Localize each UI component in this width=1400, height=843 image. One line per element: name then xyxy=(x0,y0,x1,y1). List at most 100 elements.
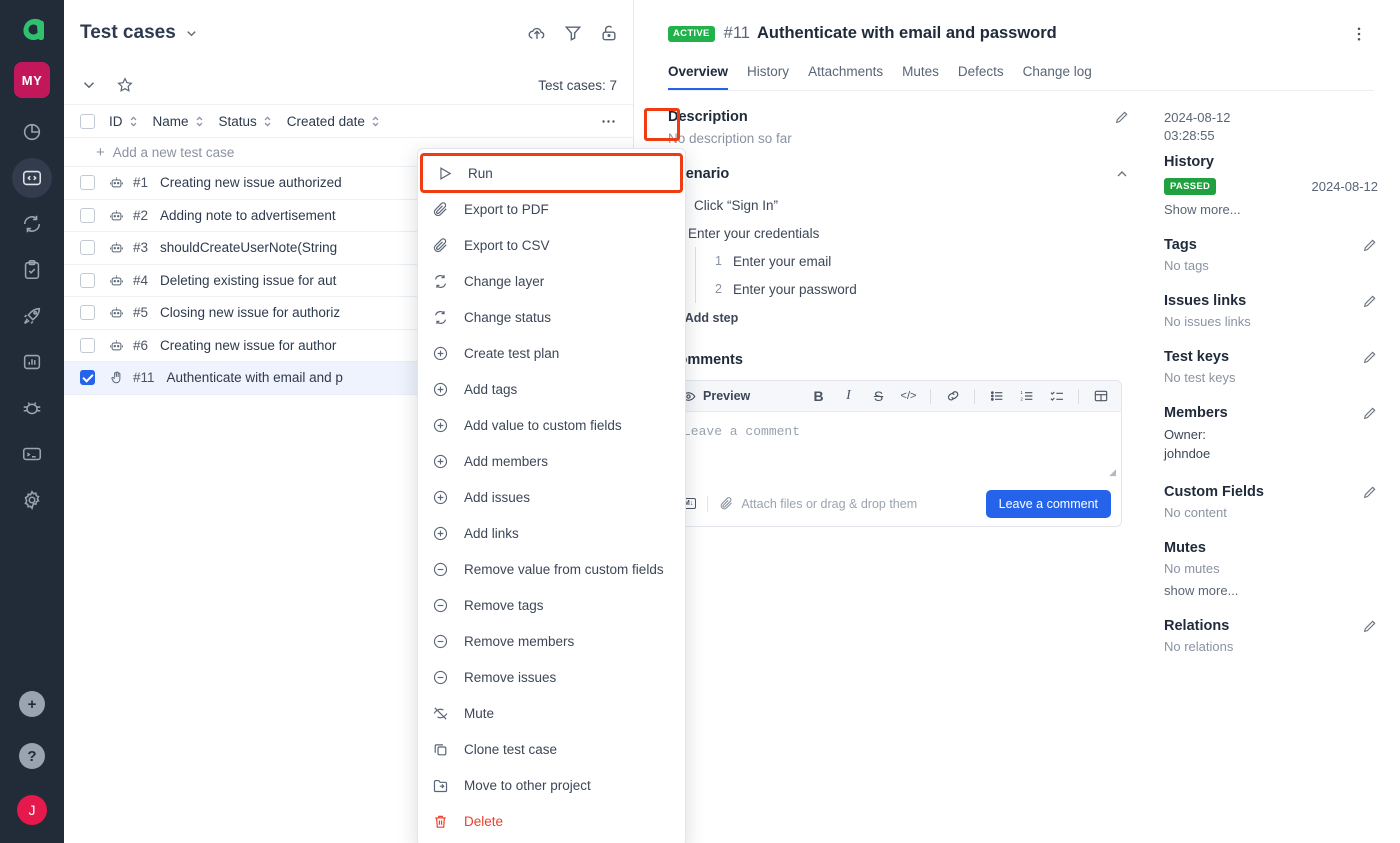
code-button[interactable]: </> xyxy=(900,388,917,405)
collapse-chevron-icon[interactable] xyxy=(80,76,98,94)
row-checkbox[interactable] xyxy=(80,337,95,353)
scenario-step[interactable]: 2Enter your credentials xyxy=(650,219,1152,247)
allure-logo[interactable] xyxy=(14,14,50,50)
detail-kebab-button[interactable] xyxy=(1350,25,1374,43)
favorite-star-icon[interactable] xyxy=(116,76,134,94)
menu-item-change-status[interactable]: Change status xyxy=(418,299,685,335)
menu-item-move-to-other-project[interactable]: Move to other project xyxy=(418,767,685,803)
defects-bug-icon[interactable] xyxy=(12,388,52,428)
left-nav-rail: MY + ? J xyxy=(0,0,64,843)
edit-tags-pencil-icon[interactable] xyxy=(1362,237,1378,253)
numbered-list-icon[interactable]: 12 xyxy=(1018,388,1035,405)
help-button[interactable]: ? xyxy=(19,743,45,769)
test-cases-code-icon[interactable] xyxy=(12,158,52,198)
row-checkbox[interactable] xyxy=(80,175,95,191)
row-name: Authenticate with email and p xyxy=(166,370,343,386)
tab-mutes[interactable]: Mutes xyxy=(902,64,939,90)
menu-item-remove-tags[interactable]: Remove tags xyxy=(418,587,685,623)
terminal-icon[interactable] xyxy=(12,434,52,474)
menu-item-delete[interactable]: Delete xyxy=(418,803,685,839)
trash-icon xyxy=(432,813,449,830)
menu-item-run[interactable]: Run xyxy=(420,153,683,193)
collapse-scenario-chevron-icon[interactable] xyxy=(1114,166,1130,182)
tab-attachments[interactable]: Attachments xyxy=(808,64,883,90)
test-runs-refresh-icon[interactable] xyxy=(12,204,52,244)
menu-item-label: Mute xyxy=(464,705,495,721)
menu-item-create-test-plan[interactable]: Create test plan xyxy=(418,335,685,371)
row-checkbox[interactable] xyxy=(80,240,95,256)
menu-item-change-layer[interactable]: Change layer xyxy=(418,263,685,299)
table-icon[interactable] xyxy=(1092,388,1109,405)
project-badge[interactable]: MY xyxy=(14,62,50,98)
comment-input[interactable]: Leave a comment ◢ xyxy=(669,412,1121,481)
menu-item-add-issues[interactable]: Add issues xyxy=(418,479,685,515)
chevron-down-icon[interactable] xyxy=(184,26,199,41)
row-checkbox[interactable] xyxy=(80,370,95,386)
edit-description-pencil-icon[interactable] xyxy=(1114,109,1130,125)
select-all-checkbox[interactable] xyxy=(80,113,95,129)
add-step-button[interactable]: + Add step xyxy=(668,309,1152,326)
scenario-substep[interactable]: 2 Enter your password xyxy=(708,275,1152,303)
edit-members-pencil-icon[interactable] xyxy=(1362,405,1378,421)
sort-icon[interactable] xyxy=(194,115,205,128)
dashboard-pie-icon[interactable] xyxy=(12,112,52,152)
history-row[interactable]: PASSED 2024-08-12 xyxy=(1164,178,1378,196)
menu-item-add-members[interactable]: Add members xyxy=(418,443,685,479)
tab-history[interactable]: History xyxy=(747,64,789,90)
sort-icon[interactable] xyxy=(128,115,139,128)
strikethrough-button[interactable]: S xyxy=(870,388,887,405)
scenario-step[interactable]: 1Click “Sign In” xyxy=(668,191,1152,219)
launches-rocket-icon[interactable] xyxy=(12,296,52,336)
menu-item-add-value-to-custom-fields[interactable]: Add value to custom fields xyxy=(418,407,685,443)
row-checkbox[interactable] xyxy=(80,207,95,223)
attach-files-button[interactable]: Attach files or drag & drop them xyxy=(719,496,917,511)
preview-toggle-button[interactable]: Preview xyxy=(681,389,750,404)
italic-button[interactable]: I xyxy=(840,388,857,405)
column-header-id[interactable]: ID xyxy=(109,114,139,129)
row-checkbox[interactable] xyxy=(80,305,95,321)
column-header-name[interactable]: Name xyxy=(153,114,205,129)
filter-icon[interactable] xyxy=(563,23,583,43)
tags-heading: Tags xyxy=(1164,237,1197,254)
custom-fields-heading: Custom Fields xyxy=(1164,483,1264,500)
list-toolbar xyxy=(527,23,619,43)
menu-item-export-to-pdf[interactable]: Export to PDF xyxy=(418,191,685,227)
menu-item-add-links[interactable]: Add links xyxy=(418,515,685,551)
edit-issues-links-pencil-icon[interactable] xyxy=(1362,293,1378,309)
bold-button[interactable]: B xyxy=(810,388,827,405)
column-header-status[interactable]: Status xyxy=(219,114,273,129)
menu-item-remove-members[interactable]: Remove members xyxy=(418,623,685,659)
column-header-created-date[interactable]: Created date xyxy=(287,114,381,129)
tab-defects[interactable]: Defects xyxy=(958,64,1004,90)
bullet-list-icon[interactable] xyxy=(988,388,1005,405)
menu-item-add-tags[interactable]: Add tags xyxy=(418,371,685,407)
link-icon[interactable] xyxy=(944,388,961,405)
checklist-icon[interactable] xyxy=(1048,388,1065,405)
edit-relations-pencil-icon[interactable] xyxy=(1362,618,1378,634)
tab-overview[interactable]: Overview xyxy=(668,64,729,90)
edit-test-keys-pencil-icon[interactable] xyxy=(1362,349,1378,365)
row-checkbox[interactable] xyxy=(80,272,95,288)
bulk-actions-kebab-button[interactable] xyxy=(597,110,619,132)
edit-custom-fields-pencil-icon[interactable] xyxy=(1362,484,1378,500)
mutes-show-more-link[interactable]: show more... xyxy=(1164,583,1378,598)
menu-item-remove-issues[interactable]: Remove issues xyxy=(418,659,685,695)
sort-icon[interactable] xyxy=(370,115,381,128)
add-button[interactable]: + xyxy=(19,691,45,717)
resize-handle[interactable]: ◢ xyxy=(1109,468,1116,478)
tab-change-log[interactable]: Change log xyxy=(1023,64,1092,90)
upload-cloud-icon[interactable] xyxy=(527,23,547,43)
test-plans-clipboard-icon[interactable] xyxy=(12,250,52,290)
menu-item-mute[interactable]: Mute xyxy=(418,695,685,731)
avatar[interactable]: J xyxy=(17,795,47,825)
menu-item-clone-test-case[interactable]: Clone test case xyxy=(418,731,685,767)
unlock-icon[interactable] xyxy=(599,23,619,43)
settings-gear-icon[interactable] xyxy=(12,480,52,520)
reports-bar-chart-icon[interactable] xyxy=(12,342,52,382)
sort-icon[interactable] xyxy=(262,115,273,128)
history-show-more-link[interactable]: Show more... xyxy=(1164,202,1378,217)
scenario-substep[interactable]: 1 Enter your email xyxy=(708,247,1152,275)
leave-comment-button[interactable]: Leave a comment xyxy=(985,489,1111,518)
menu-item-remove-value-from-custom-fields[interactable]: Remove value from custom fields xyxy=(418,551,685,587)
menu-item-export-to-csv[interactable]: Export to CSV xyxy=(418,227,685,263)
